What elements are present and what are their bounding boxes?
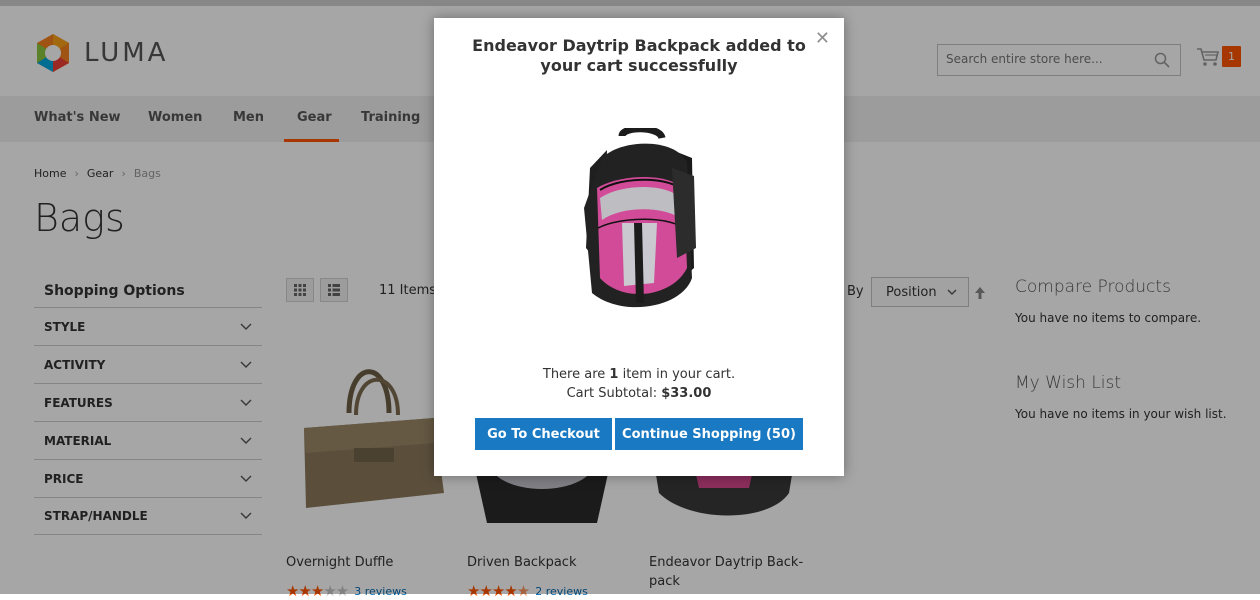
- go-to-checkout-button[interactable]: Go To Checkout: [475, 418, 612, 450]
- count-suffix: item in your cart.: [618, 367, 736, 382]
- add-to-cart-popup: ✕ Endeavor Daytrip Backpack added to you…: [434, 18, 844, 476]
- count-prefix: There are: [542, 367, 610, 382]
- subtotal-label: Cart Subtotal:: [566, 386, 662, 401]
- backpack-image: [584, 125, 696, 308]
- subtotal-value: $33.00: [661, 386, 712, 401]
- cart-count-text: There are 1 item in your cart.: [434, 367, 844, 382]
- continue-shopping-button[interactable]: Continue Shopping (50): [615, 418, 803, 450]
- added-to-cart-message: Endeavor Daytrip Backpack added to your …: [472, 36, 806, 75]
- close-icon[interactable]: ✕: [815, 30, 830, 48]
- product-image: [562, 125, 716, 328]
- cart-subtotal-text: Cart Subtotal: $33.00: [434, 386, 844, 401]
